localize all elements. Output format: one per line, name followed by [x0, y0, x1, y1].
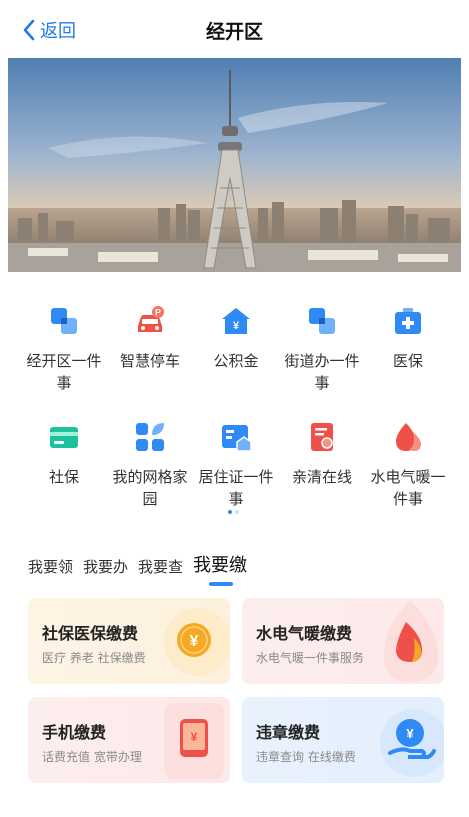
- flame-icon: [372, 598, 444, 684]
- grid-item-label: 经开区一件事: [26, 352, 102, 392]
- card-phone-payment[interactable]: 手机缴费 话费充值 宽带办理 ¥: [28, 697, 230, 783]
- grid-row: 社保 我的网格家园 居住证一件事 亲清在线 水电气暖一件事: [22, 416, 450, 532]
- svg-text:P: P: [155, 308, 161, 318]
- card-row: 社保医保缴费 医疗 养老 社保缴费 ¥ 水电气暖缴费 水电气暖一件事服务: [28, 598, 444, 684]
- grid-item-label: 智慧停车: [119, 352, 180, 370]
- grid-leaf-icon: [133, 420, 167, 454]
- grid-item-label: 水电气暖一件事: [370, 468, 446, 508]
- category-tabs: 我要领 我要办 我要查 我要缴: [28, 551, 257, 586]
- grid-item-label: 亲清在线: [291, 468, 352, 486]
- page-title: 经开区: [205, 21, 263, 43]
- grid-item-utilities[interactable]: 水电气暖一件事: [366, 416, 450, 532]
- phone-icon: ¥: [158, 697, 230, 783]
- tab-active-indicator: [209, 582, 234, 586]
- grid-item-housing-fund[interactable]: ¥ 公积金: [194, 300, 278, 416]
- grid-item-label: 街道办一件事: [284, 352, 360, 392]
- yuan-coin-icon: ¥: [158, 598, 230, 684]
- grid-item-residence-permit[interactable]: 居住证一件事: [194, 416, 278, 532]
- payment-cards: 社保医保缴费 医疗 养老 社保缴费 ¥ 水电气暖缴费 水电气暖一件事服务 手机缴…: [28, 598, 444, 796]
- residence-card-icon: [219, 420, 253, 454]
- drop-flame-icon: [391, 420, 425, 454]
- grid-item-social-security[interactable]: 社保: [22, 416, 106, 532]
- card-title: 违章缴费: [256, 723, 321, 742]
- card-icon: [47, 420, 81, 454]
- card-violation-payment[interactable]: 违章缴费 违章查询 在线缴费 ¥: [242, 697, 444, 783]
- grid-item-grid-home[interactable]: 我的网格家园: [108, 416, 192, 532]
- service-grid: 经开区一件事 P 智慧停车 ¥ 公积金 街道办一件事 医保 社保 我的网格家园 …: [22, 300, 450, 532]
- certificate-icon: [305, 420, 339, 454]
- grid-item-label: 公积金: [213, 352, 259, 370]
- house-yuan-icon: ¥: [219, 304, 253, 338]
- card-subtitle: 违章查询 在线缴费: [256, 750, 356, 764]
- grid-item-smart-parking[interactable]: P 智慧停车: [108, 300, 192, 416]
- car-parking-icon: P: [133, 304, 167, 338]
- tab-pay[interactable]: 我要缴: [193, 551, 248, 586]
- medical-kit-icon: [391, 304, 425, 338]
- hand-coin-icon: ¥: [372, 697, 444, 783]
- grid-item-street-office[interactable]: 街道办一件事: [280, 300, 364, 416]
- squares-icon: [47, 304, 81, 338]
- grid-item-medical-insurance[interactable]: 医保: [366, 300, 450, 416]
- grid-item-qinqing-online[interactable]: 亲清在线: [280, 416, 364, 532]
- page-dot-active: [228, 510, 232, 514]
- card-social-medical-payment[interactable]: 社保医保缴费 医疗 养老 社保缴费 ¥: [28, 598, 230, 684]
- card-subtitle: 水电气暖一件事服务: [256, 651, 365, 665]
- card-subtitle: 话费充值 宽带办理: [42, 750, 142, 764]
- grid-item-label: 我的网格家园: [112, 468, 188, 508]
- tab-handle[interactable]: 我要办: [83, 556, 128, 577]
- grid-item-label: 居住证一件事: [198, 468, 274, 508]
- tv-tower-photo: [8, 58, 461, 272]
- svg-text:¥: ¥: [190, 633, 199, 650]
- page-dot: [235, 510, 239, 514]
- nav-bar: 返回 经开区: [0, 0, 469, 58]
- card-title: 社保医保缴费: [42, 624, 139, 643]
- card-title: 水电气暖缴费: [256, 624, 353, 643]
- tab-collect[interactable]: 我要领: [28, 556, 73, 577]
- grid-item-jingkaiqu[interactable]: 经开区一件事: [22, 300, 106, 416]
- banner-image[interactable]: [8, 58, 461, 272]
- card-subtitle: 医疗 养老 社保缴费: [42, 651, 146, 665]
- grid-row: 经开区一件事 P 智慧停车 ¥ 公积金 街道办一件事 医保: [22, 300, 450, 416]
- grid-item-label: 医保: [392, 352, 423, 370]
- card-title: 手机缴费: [42, 723, 107, 742]
- svg-text:¥: ¥: [406, 726, 414, 741]
- svg-text:¥: ¥: [191, 730, 198, 744]
- card-utilities-payment[interactable]: 水电气暖缴费 水电气暖一件事服务: [242, 598, 444, 684]
- svg-text:¥: ¥: [233, 320, 240, 332]
- tab-query[interactable]: 我要查: [138, 556, 183, 577]
- tab-pay-label: 我要缴: [193, 555, 248, 576]
- page-indicator: [228, 510, 239, 514]
- grid-item-label: 社保: [48, 468, 79, 486]
- squares-icon: [305, 304, 339, 338]
- card-row: 手机缴费 话费充值 宽带办理 ¥ 违章缴费 违章查询 在线缴费 ¥: [28, 697, 444, 783]
